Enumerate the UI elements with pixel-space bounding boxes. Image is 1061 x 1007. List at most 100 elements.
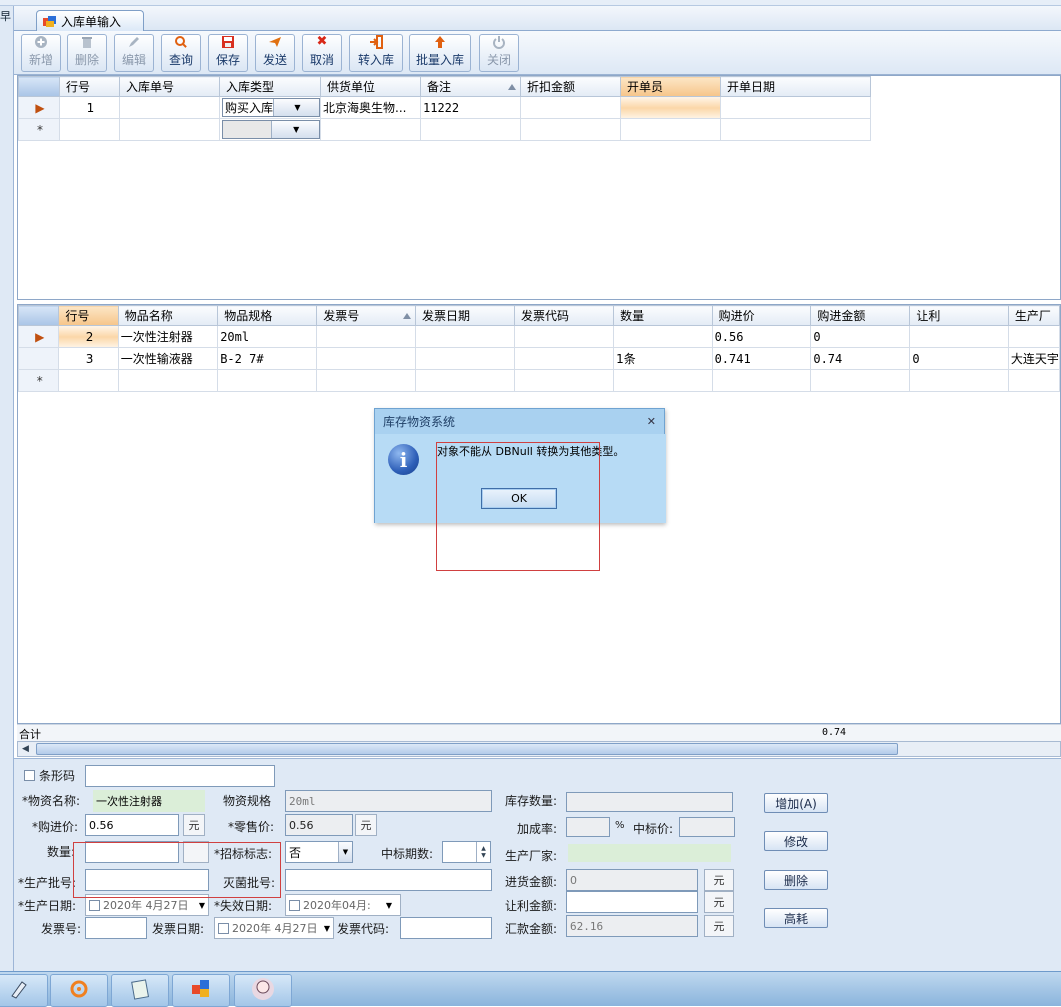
col-manufacturer[interactable]: 生产厂	[1007, 305, 1061, 326]
taskbar-app-pen[interactable]	[0, 974, 48, 1007]
col-inbound-type[interactable]: 入库类型	[219, 76, 321, 97]
dialog-titlebar[interactable]: 库存物资系统 ✕	[375, 409, 664, 434]
save-button[interactable]: 保存	[208, 34, 248, 72]
expiry-date-picker[interactable]: 2020年04月: ▼	[285, 894, 401, 916]
cell-empty[interactable]	[909, 369, 1009, 392]
col-purchase-amount[interactable]: 购进金额	[810, 305, 911, 326]
inbound-type-combo-new[interactable]: ▼	[222, 120, 320, 139]
col-purchase-price[interactable]: 购进价	[711, 305, 812, 326]
cell-empty[interactable]	[119, 118, 220, 141]
col-invoice-no[interactable]: 发票号	[316, 305, 416, 326]
send-button[interactable]: 发送	[255, 34, 295, 72]
cell-inbound-type-new[interactable]: ▼	[219, 118, 321, 141]
chevron-down-icon[interactable]: ▼	[324, 924, 330, 933]
chevron-down-icon[interactable]: ▼	[270, 121, 319, 138]
cell-discount[interactable]	[520, 96, 621, 119]
cell-manufacturer[interactable]	[1007, 325, 1061, 348]
cell-purchase-price[interactable]: 0.741	[711, 347, 812, 370]
batch-inbound-button[interactable]: 批量入库	[409, 34, 471, 72]
close-button[interactable]: 关闭	[479, 34, 519, 72]
scrollbar-thumb[interactable]	[36, 743, 898, 755]
cell-empty[interactable]	[59, 118, 120, 141]
cell-clerk[interactable]	[620, 96, 721, 119]
cell-empty[interactable]	[414, 369, 516, 392]
spec-field[interactable]: 20ml	[285, 790, 492, 812]
markup-field[interactable]	[566, 817, 610, 837]
bid-price-field[interactable]	[679, 817, 735, 837]
horizontal-scrollbar[interactable]: ◀	[17, 741, 1061, 757]
remit-amount-field[interactable]: 62.16	[566, 915, 698, 937]
query-button[interactable]: 查询	[161, 34, 201, 72]
sterile-batch-input[interactable]	[285, 869, 492, 891]
cell-empty[interactable]	[810, 369, 911, 392]
table-row[interactable]: 3 一次性输液器 B-2 7# 1条 0.741 0.74 0 大连天宇	[17, 347, 1061, 370]
col-rebate[interactable]: 让利	[909, 305, 1009, 326]
cell-invoice-code[interactable]	[514, 347, 615, 370]
chevron-down-icon[interactable]: ▼	[199, 901, 205, 910]
invoice-date-picker[interactable]: 2020年 4月27日 ▼	[214, 917, 334, 939]
cell-rebate[interactable]	[909, 325, 1009, 348]
inbound-type-combo[interactable]: 购买入库 ▼	[222, 98, 320, 117]
col-item-spec[interactable]: 物品规格	[217, 305, 318, 326]
cell-order-date[interactable]	[720, 96, 871, 119]
table-row[interactable]: ▶ 2 一次性注射器 20ml 0.56 0	[17, 325, 1061, 348]
modify-button[interactable]: 修改	[764, 831, 828, 851]
cell-line-no[interactable]: 3	[58, 347, 119, 370]
cell-invoice-code[interactable]	[514, 325, 615, 348]
table-row-new[interactable]: * ▼	[18, 118, 871, 141]
cell-item-name[interactable]: 一次性注射器	[117, 325, 219, 348]
cell-remark[interactable]: 11222	[420, 96, 521, 119]
cell-invoice-no[interactable]	[316, 325, 416, 348]
cell-empty[interactable]	[613, 369, 713, 392]
cell-line-no[interactable]: 2	[58, 325, 119, 348]
retail-price-field[interactable]: 0.56	[285, 814, 353, 836]
cell-empty[interactable]	[316, 369, 416, 392]
cell-invoice-date[interactable]	[414, 347, 516, 370]
cell-inbound-no[interactable]	[119, 96, 220, 119]
edit-button[interactable]: 编辑	[114, 34, 154, 72]
add-item-button[interactable]: 增加(A)	[764, 793, 828, 813]
invoice-code-input[interactable]	[400, 917, 492, 939]
item-name-field[interactable]: 一次性注射器	[93, 790, 205, 812]
add-button[interactable]: 新增	[21, 34, 61, 72]
cell-empty[interactable]	[420, 118, 521, 141]
close-icon[interactable]: ✕	[647, 415, 656, 428]
stock-field[interactable]	[566, 792, 733, 812]
col-order-date[interactable]: 开单日期	[720, 76, 871, 97]
rebate-amount-input[interactable]	[566, 891, 698, 913]
cell-supplier[interactable]: 北京海奥生物...	[320, 96, 421, 119]
checkbox-icon[interactable]	[289, 899, 300, 911]
cell-invoice-no[interactable]	[316, 347, 416, 370]
cell-purchase-amount[interactable]: 0.74	[810, 347, 911, 370]
cell-inbound-type[interactable]: 购买入库 ▼	[219, 96, 321, 119]
taskbar-app-gear[interactable]	[50, 974, 108, 1007]
col-discount[interactable]: 折扣金额	[520, 76, 621, 97]
detail-corner-header[interactable]	[17, 305, 60, 326]
delete-item-button[interactable]: 删除	[764, 870, 828, 890]
cell-empty[interactable]	[711, 369, 812, 392]
cell-empty[interactable]	[520, 118, 621, 141]
cell-empty[interactable]	[320, 118, 421, 141]
scroll-left-icon[interactable]: ◀	[22, 744, 29, 754]
checkbox-icon[interactable]	[24, 770, 35, 781]
cell-purchase-price[interactable]: 0.56	[711, 325, 812, 348]
col-line-no[interactable]: 行号	[58, 305, 119, 326]
cell-empty[interactable]	[620, 118, 721, 141]
high-consumable-button[interactable]: 高耗	[764, 908, 828, 928]
col-inbound-no[interactable]: 入库单号	[119, 76, 220, 97]
cell-empty[interactable]	[514, 369, 615, 392]
col-supplier[interactable]: 供货单位	[320, 76, 421, 97]
col-item-name[interactable]: 物品名称	[117, 305, 219, 326]
chevron-down-icon[interactable]: ▼	[273, 99, 319, 116]
delete-button[interactable]: 删除	[67, 34, 107, 72]
cell-empty[interactable]	[217, 369, 318, 392]
chevron-down-icon[interactable]: ▼	[386, 901, 392, 910]
taskbar-app-avatar[interactable]	[234, 974, 292, 1007]
cell-invoice-date[interactable]	[414, 325, 516, 348]
purchase-price-input[interactable]: 0.56	[85, 814, 179, 836]
col-clerk[interactable]: 开单员	[620, 76, 721, 97]
cell-empty[interactable]	[720, 118, 871, 141]
cell-quantity[interactable]: 1条	[613, 347, 713, 370]
master-corner-header[interactable]	[18, 76, 60, 97]
cell-line-no[interactable]: 1	[59, 96, 120, 119]
